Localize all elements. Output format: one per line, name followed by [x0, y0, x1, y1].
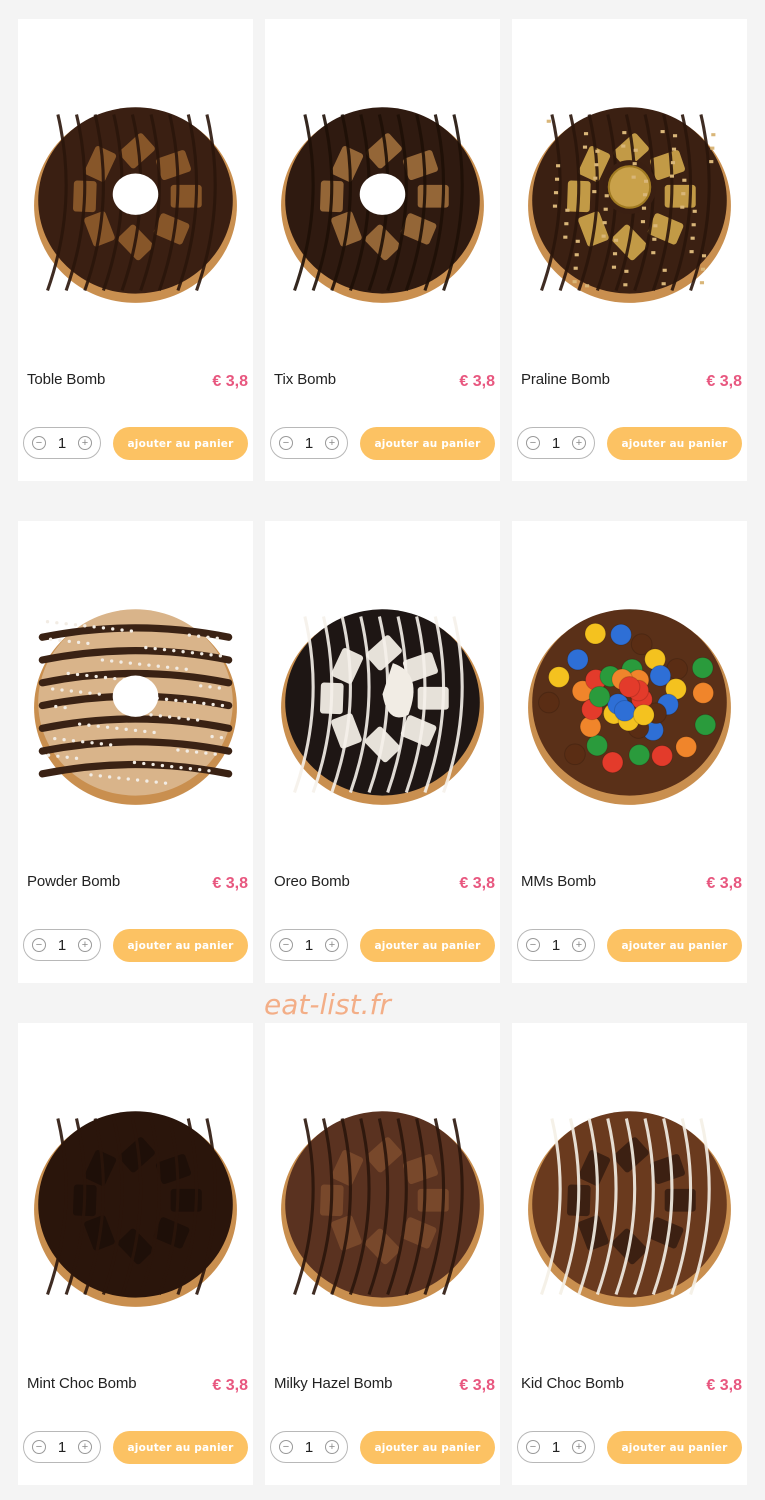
quantity-stepper: −1 +	[270, 1431, 348, 1463]
product-name[interactable]: Toble Bomb	[27, 371, 105, 388]
quantity-value[interactable]: 1	[58, 937, 66, 954]
minus-circle-icon[interactable]: −	[32, 938, 46, 952]
product-name[interactable]: MMs Bomb	[521, 873, 596, 890]
product-name[interactable]: Tix Bomb	[274, 371, 336, 388]
product-price: € 3,8	[706, 1377, 742, 1394]
add-to-cart-button[interactable]: ajouter au panier	[360, 929, 495, 962]
quantity-stepper: −1 +	[23, 1431, 101, 1463]
add-to-cart-button[interactable]: ajouter au panier	[607, 929, 742, 962]
quantity-value[interactable]: 1	[305, 1439, 313, 1456]
product-name[interactable]: Powder Bomb	[27, 873, 120, 890]
minus-circle-icon[interactable]: −	[32, 436, 46, 450]
product-name[interactable]: Mint Choc Bomb	[27, 1375, 137, 1392]
plus-circle-icon[interactable]: +	[78, 1440, 92, 1454]
product-image[interactable]	[279, 601, 486, 808]
quantity-stepper: −1 +	[270, 427, 348, 459]
product-price: € 3,8	[706, 875, 742, 892]
plus-circle-icon[interactable]: +	[572, 436, 586, 450]
plus-circle-icon[interactable]: +	[325, 436, 339, 450]
quantity-stepper: −1 +	[23, 427, 101, 459]
toble-bomb-donut-image	[34, 107, 237, 303]
product-image[interactable]	[526, 601, 733, 808]
product-card[interactable]: Kid Choc Bomb € 3,8 −1 + ajouter au panier	[512, 1023, 747, 1485]
minus-circle-icon[interactable]: −	[32, 1440, 46, 1454]
quantity-stepper: −1 +	[517, 929, 595, 961]
product-card[interactable]: Milky Hazel Bomb € 3,8 −1 + ajouter au panie…	[265, 1023, 500, 1485]
product-price: € 3,8	[459, 1377, 495, 1394]
product-price: € 3,8	[212, 1377, 248, 1394]
product-card[interactable]: Oreo Bomb € 3,8 −1 + ajouter au panier	[265, 521, 500, 983]
add-to-cart-button[interactable]: ajouter au panier	[113, 929, 248, 962]
add-to-cart-button[interactable]: ajouter au panier	[113, 1431, 248, 1464]
product-name[interactable]: Milky Hazel Bomb	[274, 1375, 393, 1392]
product-name[interactable]: Kid Choc Bomb	[521, 1375, 624, 1392]
minus-circle-icon[interactable]: −	[279, 938, 293, 952]
product-image[interactable]	[279, 1103, 486, 1310]
watermark: eat-list.fr	[264, 988, 391, 1021]
quantity-stepper: −1 +	[517, 1431, 595, 1463]
product-price: € 3,8	[459, 373, 495, 390]
quantity-stepper: −1 +	[270, 929, 348, 961]
minus-circle-icon[interactable]: −	[526, 436, 540, 450]
quantity-value[interactable]: 1	[552, 435, 560, 452]
product-image[interactable]	[32, 99, 239, 306]
product-price: € 3,8	[212, 373, 248, 390]
add-to-cart-button[interactable]: ajouter au panier	[113, 427, 248, 460]
product-image[interactable]	[32, 1103, 239, 1310]
product-name[interactable]: Oreo Bomb	[274, 873, 350, 890]
quantity-value[interactable]: 1	[305, 435, 313, 452]
quantity-value[interactable]: 1	[552, 1439, 560, 1456]
minus-circle-icon[interactable]: −	[279, 436, 293, 450]
quantity-stepper: −1 +	[23, 929, 101, 961]
tix-bomb-donut-image	[281, 107, 484, 303]
product-image[interactable]	[279, 99, 486, 306]
product-card[interactable]: Tix Bomb € 3,8 −1 + ajouter au panier	[265, 19, 500, 481]
plus-circle-icon[interactable]: +	[78, 436, 92, 450]
add-to-cart-button[interactable]: ajouter au panier	[360, 1431, 495, 1464]
mms-bomb-donut-image	[528, 609, 731, 805]
add-to-cart-button[interactable]: ajouter au panier	[607, 1431, 742, 1464]
quantity-value[interactable]: 1	[58, 1439, 66, 1456]
minus-circle-icon[interactable]: −	[279, 1440, 293, 1454]
quantity-value[interactable]: 1	[305, 937, 313, 954]
product-price: € 3,8	[706, 373, 742, 390]
plus-circle-icon[interactable]: +	[325, 938, 339, 952]
praline-bomb-donut-image	[528, 107, 731, 303]
product-card[interactable]: Mint Choc Bomb € 3,8 −1 + ajouter au panier	[18, 1023, 253, 1485]
product-card[interactable]: MMs Bomb € 3,8 −1 + ajouter au panier	[512, 521, 747, 983]
plus-circle-icon[interactable]: +	[572, 938, 586, 952]
kid-choc-bomb-donut-image	[528, 1111, 731, 1307]
quantity-value[interactable]: 1	[58, 435, 66, 452]
product-price: € 3,8	[459, 875, 495, 892]
add-to-cart-button[interactable]: ajouter au panier	[360, 427, 495, 460]
product-grid: Toble Bomb € 3,8−1 + ajouter au panier Tix B…	[0, 0, 765, 1500]
product-card[interactable]: Powder Bomb € 3,8 −1 + ajouter au panier	[18, 521, 253, 983]
milky-hazel-bomb-donut-image	[281, 1111, 484, 1307]
product-image[interactable]	[32, 601, 239, 808]
product-image[interactable]	[526, 99, 733, 306]
quantity-stepper: −1 +	[517, 427, 595, 459]
plus-circle-icon[interactable]: +	[325, 1440, 339, 1454]
product-image[interactable]	[526, 1103, 733, 1310]
powder-bomb-donut-image	[34, 609, 237, 805]
plus-circle-icon[interactable]: +	[572, 1440, 586, 1454]
plus-circle-icon[interactable]: +	[78, 938, 92, 952]
minus-circle-icon[interactable]: −	[526, 938, 540, 952]
quantity-value[interactable]: 1	[552, 937, 560, 954]
product-name[interactable]: Praline Bomb	[521, 371, 610, 388]
product-price: € 3,8	[212, 875, 248, 892]
product-card[interactable]: Toble Bomb € 3,8 −1 + ajouter au panier	[18, 19, 253, 481]
minus-circle-icon[interactable]: −	[526, 1440, 540, 1454]
oreo-bomb-donut-image	[281, 609, 484, 805]
add-to-cart-button[interactable]: ajouter au panier	[607, 427, 742, 460]
mint-choc-bomb-donut-image	[34, 1111, 237, 1307]
product-card[interactable]: Praline Bomb € 3,8 −1 + ajouter au panier	[512, 19, 747, 481]
